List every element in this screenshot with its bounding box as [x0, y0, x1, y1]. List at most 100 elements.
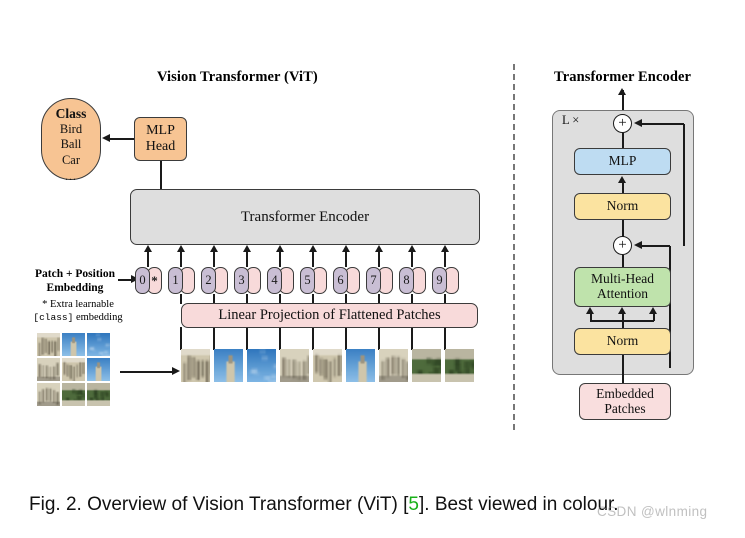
caption-reference: 5 — [408, 494, 419, 515]
residual-skip-top-vertical — [683, 124, 685, 246]
token-0-to-encoder-line — [147, 252, 149, 267]
embedded-line1: Embedded — [596, 385, 654, 401]
qkv-right-line — [653, 313, 655, 321]
flattened-patch-4 — [280, 349, 309, 382]
mlp-to-add-line — [622, 133, 624, 149]
embedded-patches-block: Embedded Patches — [579, 383, 671, 420]
caption-prefix: Fig. 2. Overview of Vision Transformer (… — [29, 494, 409, 515]
qkv-mid-line — [622, 313, 624, 328]
class-item-car: Car — [61, 152, 81, 167]
token-0-to-encoder-arrowhead — [143, 245, 152, 252]
patch-pos-line1: Patch + Position — [34, 268, 116, 280]
source-image-patch-grid — [37, 333, 112, 408]
patch-position-embedding-label: Patch + Position Embedding — [20, 268, 130, 295]
patch-7-to-projection-line — [378, 327, 380, 350]
token-8-to-encoder-arrowhead — [407, 245, 416, 252]
token-6-to-encoder-arrowhead — [341, 245, 350, 252]
token-7-to-encoder-arrowhead — [374, 245, 383, 252]
source-patch-5 — [62, 358, 85, 381]
encoder-output-arrowhead — [618, 88, 626, 95]
token-0-position: 0 — [135, 267, 150, 294]
token-6-to-encoder-line — [345, 252, 347, 267]
normtop-to-mlp-line — [622, 182, 624, 193]
token-7: 7 — [366, 267, 394, 294]
grid-to-sequence-line — [120, 371, 173, 373]
qkv-left-line — [590, 313, 592, 321]
qkv-left-arrowhead — [586, 307, 594, 314]
flattened-patch-9 — [445, 349, 474, 382]
embedded-line2: Patches — [604, 400, 646, 416]
token-1-to-encoder-arrowhead — [176, 245, 185, 252]
extra-note-line1: * Extra learnable — [42, 299, 114, 310]
encoder-norm-bottom-block: Norm — [574, 328, 671, 355]
patch-pos-arrow-line — [118, 279, 132, 281]
encoder-repeat-label: L × — [562, 113, 580, 127]
residual-add-top: + — [613, 114, 632, 133]
token-9: 9 — [432, 267, 460, 294]
token-3-to-encoder-line — [246, 252, 248, 267]
token-3-position: 3 — [234, 267, 249, 294]
token-0: * 0 — [135, 267, 163, 294]
token-2-to-encoder-line — [213, 252, 215, 267]
token-7-to-encoder-line — [378, 252, 380, 267]
patch-pos-line2: Embedding — [46, 281, 104, 294]
token-5-position: 5 — [300, 267, 315, 294]
grid-to-sequence-arrowhead — [172, 367, 180, 375]
patch-9-to-projection-line — [444, 327, 446, 350]
mlp-head-box: MLP Head — [134, 117, 187, 161]
normtop-to-mlp-arrowhead — [618, 176, 626, 183]
token-7-position: 7 — [366, 267, 381, 294]
flattened-patch-1 — [181, 349, 210, 382]
token-4-position: 4 — [267, 267, 282, 294]
encoder-mlp-block: MLP — [574, 148, 671, 175]
token-2-to-encoder-arrowhead — [209, 245, 218, 252]
flattened-patch-8 — [412, 349, 441, 382]
token-5-to-encoder-line — [312, 252, 314, 267]
right-panel-title: Transformer Encoder — [554, 69, 692, 85]
flattened-patch-3 — [247, 349, 276, 382]
token-3: 3 — [234, 267, 262, 294]
source-patch-1 — [37, 333, 60, 356]
qkv-mid-arrowhead — [618, 307, 626, 314]
residual-add-bottom: + — [613, 236, 632, 255]
class-ellipsis: ... — [65, 168, 77, 183]
token-1: 1 — [168, 267, 196, 294]
flattened-patch-5 — [313, 349, 342, 382]
patch-6-to-projection-line — [345, 327, 347, 350]
residual-skip-bottom-arrowhead — [634, 241, 642, 249]
attention-line2: Attention — [597, 286, 648, 301]
linear-projection-box: Linear Projection of Flattened Patches — [181, 303, 478, 328]
residual-skip-bottom-horizontal — [640, 245, 670, 247]
attention-line1: Multi-Head — [591, 271, 654, 287]
figure-caption: Fig. 2. Overview of Vision Transformer (… — [29, 494, 619, 516]
transformer-encoder-box: Transformer Encoder — [130, 189, 480, 245]
caption-suffix: ]. Best viewed in colour. — [418, 494, 619, 515]
flattened-patch-2 — [214, 349, 243, 382]
source-patch-3 — [87, 333, 110, 356]
source-patch-7 — [37, 383, 60, 406]
flattened-patch-sequence — [181, 349, 474, 382]
residual-skip-top-arrowhead — [634, 119, 642, 127]
token-8-to-encoder-line — [411, 252, 413, 267]
source-patch-4 — [37, 358, 60, 381]
encoder-attention-block: Multi-Head Attention — [574, 267, 671, 307]
extra-note-line2-tail: embedding — [73, 312, 123, 324]
source-patch-6 — [87, 358, 110, 381]
token-6: 6 — [333, 267, 361, 294]
token-8: 8 — [399, 267, 427, 294]
class-output-capsule: Class Bird Ball Car ... — [41, 98, 101, 183]
mlp-to-class-line — [110, 138, 135, 140]
patch-8-to-projection-line — [411, 327, 413, 350]
mlp-head-line2: Head — [145, 139, 176, 154]
patch-1-to-projection-line — [180, 327, 182, 350]
token-1-position: 1 — [168, 267, 183, 294]
token-1-to-encoder-line — [180, 252, 182, 267]
token-4: 4 — [267, 267, 295, 294]
vit-architecture-figure: Vision Transformer (ViT) Class Bird Ball… — [0, 0, 745, 538]
token-5: 5 — [300, 267, 328, 294]
panel-separator — [513, 64, 515, 430]
flattened-patch-6 — [346, 349, 375, 382]
source-patch-9 — [87, 383, 110, 406]
encoder-norm-top-block: Norm — [574, 193, 671, 220]
qkv-right-arrowhead — [649, 307, 657, 314]
